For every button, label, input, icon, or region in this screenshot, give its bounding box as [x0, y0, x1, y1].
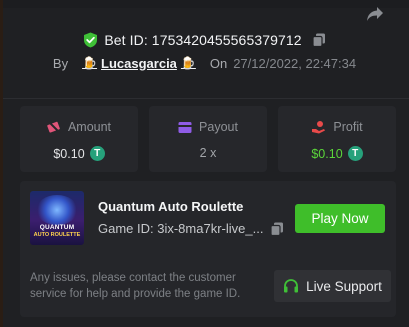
play-now-button[interactable]: Play Now	[295, 204, 385, 233]
headset-icon	[284, 279, 299, 293]
divider	[3, 98, 409, 99]
stat-title-row: Payout	[149, 120, 267, 134]
stat-value-row: 2 x	[149, 146, 267, 160]
stat-title: Payout	[199, 120, 238, 134]
game-title[interactable]: Quantum Auto Roulette	[98, 199, 243, 214]
profit-hand-icon	[312, 121, 326, 134]
money-off-icon	[47, 120, 61, 134]
by-label: By	[52, 55, 69, 71]
thumbnail-subtitle: AUTO ROULETTE	[33, 232, 81, 238]
wallet-icon	[178, 121, 192, 133]
thumbnail-title: QUANTUM	[39, 224, 75, 231]
beer-emoji-icon: 🍺	[82, 56, 98, 70]
on-label: On	[209, 55, 228, 71]
stat-title: Profit	[333, 120, 363, 134]
game-thumbnail[interactable]: QUANTUM AUTO ROULETTE	[30, 191, 84, 245]
live-support-button[interactable]: Live Support	[274, 270, 391, 302]
username: Lucasgarcia	[101, 55, 177, 71]
bet-id-row: Bet ID: 1753420455565379712	[0, 30, 409, 50]
stat-value: $0.10	[311, 146, 343, 161]
user-link[interactable]: 🍺 Lucasgarcia 🍺	[82, 56, 196, 71]
live-support-label: Live Support	[306, 278, 382, 294]
game-card: QUANTUM AUTO ROULETTE Quantum Auto Roule…	[20, 181, 396, 317]
stat-card-profit: Profit $0.10 T	[278, 106, 396, 172]
tether-coin-icon: T	[347, 146, 363, 161]
beer-emoji-icon: 🍺	[180, 56, 196, 70]
stat-card-amount: Amount $0.10 T	[20, 106, 138, 172]
thumbnail-glow	[36, 195, 78, 225]
bet-id-text: Bet ID: 1753420455565379712	[104, 32, 302, 48]
stat-title-row: Amount	[20, 120, 138, 134]
author-row: By 🍺 Lucasgarcia 🍺 On 27/12/2022, 22:47:…	[0, 54, 409, 72]
stat-value: 2 x	[199, 146, 217, 160]
copy-icon[interactable]	[312, 33, 326, 47]
top-strip	[0, 0, 409, 8]
stat-value-row: $0.10 T	[20, 146, 138, 161]
stat-value: $0.10	[53, 146, 85, 161]
game-id: Game ID: 3ix-8ma7kr-live_...	[98, 221, 264, 236]
stat-title-row: Profit	[278, 120, 396, 134]
copy-icon[interactable]	[270, 222, 284, 236]
shield-check-icon	[84, 32, 98, 48]
stat-title: Amount	[67, 120, 112, 134]
stat-value-row: $0.10 T	[278, 146, 396, 161]
share-icon[interactable]	[366, 6, 384, 22]
bet-date: 27/12/2022, 22:47:34	[233, 55, 357, 71]
tether-coin-icon: T	[89, 146, 105, 161]
stat-card-payout: Payout 2 x	[149, 106, 267, 172]
help-text: Any issues, please contact the customer …	[30, 272, 241, 300]
